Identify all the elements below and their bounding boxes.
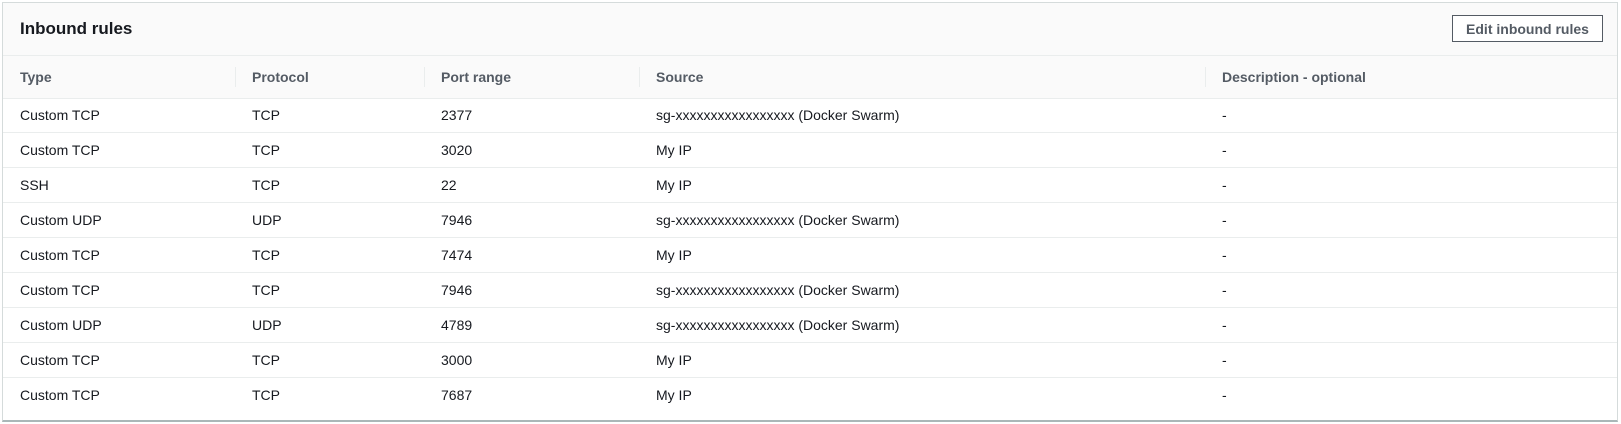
cell-port-range: 7687	[441, 386, 473, 403]
table-row: Custom TCP TCP 2377 sg-xxxxxxxxxxxxxxxxx…	[3, 98, 1617, 133]
cell-port-range: 2377	[441, 107, 473, 124]
cell-description: -	[1222, 212, 1227, 229]
cell-description: -	[1222, 351, 1227, 368]
cell-source: My IP	[656, 351, 692, 368]
cell-source: sg-xxxxxxxxxxxxxxxxx (Docker Swarm)	[656, 316, 900, 333]
cell-port-range: 3000	[441, 351, 473, 368]
cell-type: Custom UDP	[20, 316, 102, 333]
cell-protocol: TCP	[252, 177, 280, 194]
cell-protocol: TCP	[252, 386, 280, 403]
cell-description: -	[1222, 316, 1227, 333]
cell-source: sg-xxxxxxxxxxxxxxxxx (Docker Swarm)	[656, 212, 900, 229]
cell-source: My IP	[656, 247, 692, 263]
column-header-type[interactable]: Type	[3, 56, 235, 98]
cell-description: -	[1222, 386, 1227, 403]
panel-title: Inbound rules	[20, 19, 133, 38]
cell-port-range: 7946	[441, 281, 473, 298]
panel-header: Inbound rules Edit inbound rules	[3, 3, 1617, 56]
cell-protocol: TCP	[252, 107, 280, 124]
cell-description: -	[1222, 247, 1227, 263]
cell-port-range: 7946	[441, 212, 473, 229]
table-row: Custom UDP UDP 7946 sg-xxxxxxxxxxxxxxxxx…	[3, 203, 1617, 238]
table-row: Custom TCP TCP 7474 My IP -	[3, 238, 1617, 273]
cell-type: Custom TCP	[20, 351, 100, 368]
table-header-row: Type Protocol Port range Source Descript…	[3, 56, 1617, 98]
cell-protocol: TCP	[252, 281, 280, 298]
edit-inbound-rules-button[interactable]: Edit inbound rules	[1452, 15, 1603, 42]
cell-description: -	[1222, 177, 1227, 194]
cell-type: Custom TCP	[20, 281, 100, 298]
cell-protocol: TCP	[252, 142, 280, 159]
inbound-rules-panel: Inbound rules Edit inbound rules Type Pr…	[2, 2, 1618, 422]
cell-port-range: 22	[441, 177, 457, 194]
cell-type: Custom TCP	[20, 107, 100, 124]
cell-protocol: TCP	[252, 247, 280, 263]
cell-source: My IP	[656, 386, 692, 403]
cell-type: Custom TCP	[20, 142, 100, 159]
cell-port-range: 3020	[441, 142, 473, 159]
cell-type: SSH	[20, 177, 49, 194]
column-header-source[interactable]: Source	[639, 56, 1205, 98]
table-row: Custom TCP TCP 3000 My IP -	[3, 342, 1617, 378]
cell-source: My IP	[656, 177, 692, 194]
cell-description: -	[1222, 281, 1227, 298]
cell-source: sg-xxxxxxxxxxxxxxxxx (Docker Swarm)	[656, 281, 900, 298]
cell-description: -	[1222, 107, 1227, 124]
table-row: SSH TCP 22 My IP -	[3, 168, 1617, 203]
table-row: Custom TCP TCP 3020 My IP -	[3, 133, 1617, 168]
cell-type: Custom UDP	[20, 212, 102, 229]
table-row: Custom UDP UDP 4789 sg-xxxxxxxxxxxxxxxxx…	[3, 307, 1617, 343]
table-row: Custom TCP TCP 7946 sg-xxxxxxxxxxxxxxxxx…	[3, 272, 1617, 308]
cell-source: My IP	[656, 142, 692, 159]
cell-type: Custom TCP	[20, 247, 100, 263]
cell-type: Custom TCP	[20, 386, 100, 403]
cell-protocol: TCP	[252, 351, 280, 368]
column-header-protocol[interactable]: Protocol	[235, 56, 424, 98]
cell-port-range: 4789	[441, 316, 473, 333]
cell-description: -	[1222, 142, 1227, 159]
column-header-port-range[interactable]: Port range	[424, 56, 639, 98]
table-row: Custom TCP TCP 7687 My IP -	[3, 377, 1617, 412]
cell-protocol: UDP	[252, 316, 282, 333]
cell-port-range: 7474	[441, 247, 473, 263]
inbound-rules-table: Type Protocol Port range Source Descript…	[3, 56, 1617, 412]
cell-protocol: UDP	[252, 212, 282, 229]
cell-source: sg-xxxxxxxxxxxxxxxxx (Docker Swarm)	[656, 107, 900, 124]
column-header-description[interactable]: Description - optional	[1205, 56, 1617, 98]
